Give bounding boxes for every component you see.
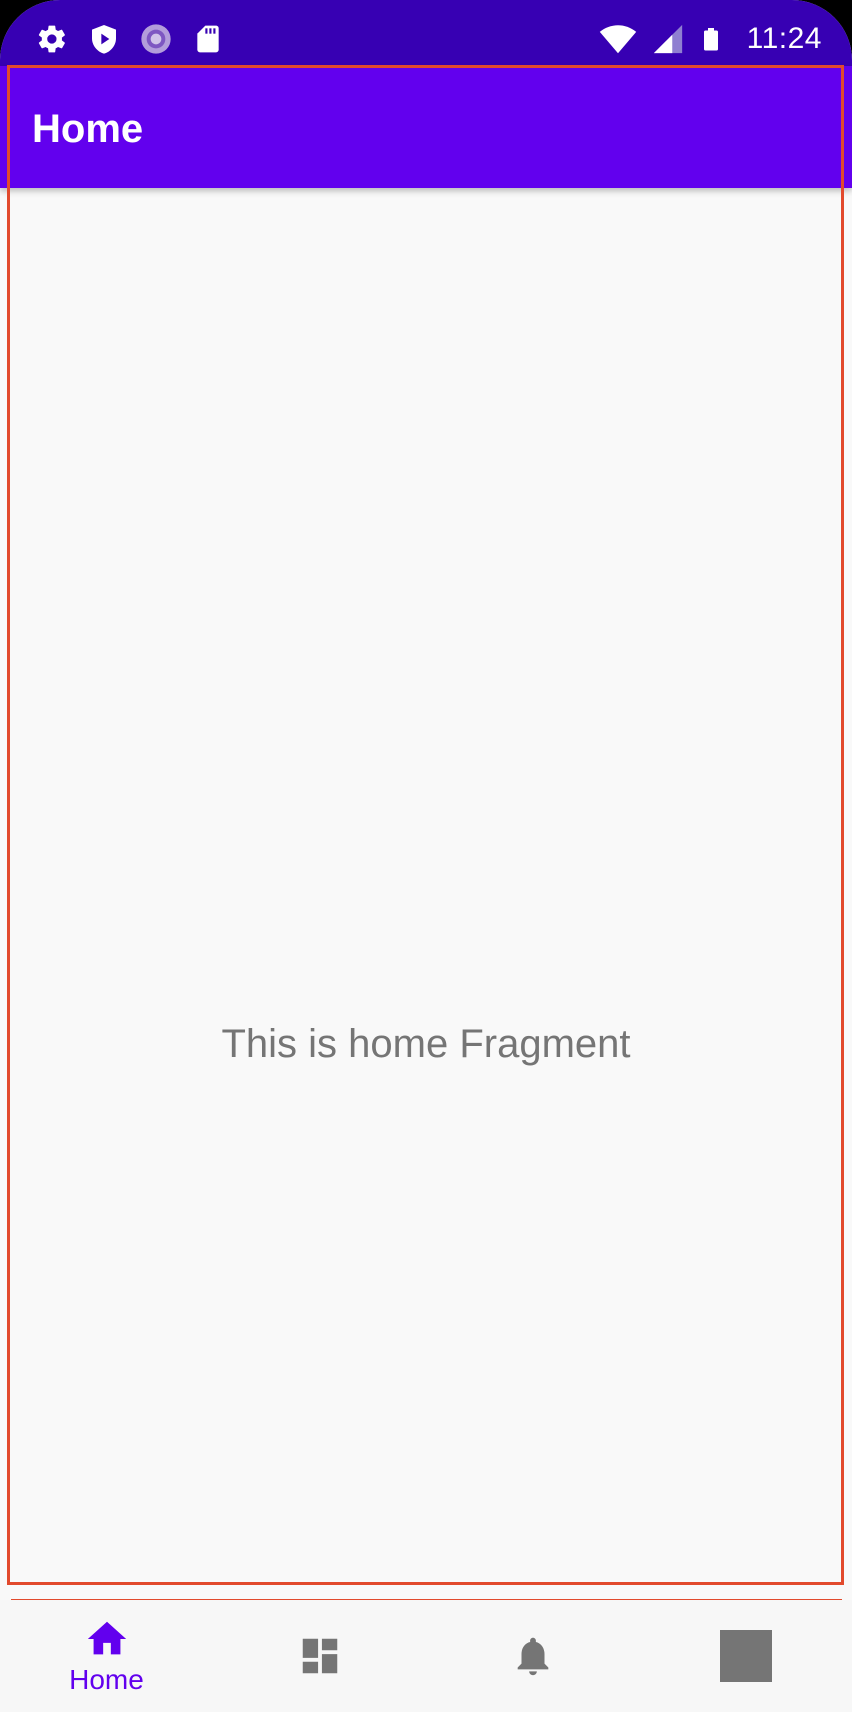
cell-signal-icon	[653, 24, 682, 54]
home-icon	[87, 1621, 126, 1655]
nav-item-home[interactable]: Home	[0, 1600, 213, 1712]
battery-icon	[703, 28, 718, 51]
bottom-navigation: Home	[0, 1600, 852, 1712]
nav-item-notifications[interactable]	[426, 1600, 639, 1712]
nav-item-label: Home	[69, 1664, 144, 1695]
sync-icon	[141, 24, 171, 54]
dashboard-icon	[302, 1638, 337, 1674]
wifi-icon	[599, 25, 636, 54]
fragment-message: This is home Fragment	[221, 1022, 631, 1066]
phone-screen: 11:24 Home This is home Fragment Home	[0, 0, 852, 1712]
status-bar: 11:24	[0, 0, 852, 66]
square-icon	[719, 1630, 772, 1682]
sd-card-icon	[197, 25, 219, 53]
page-title: Home	[32, 107, 144, 151]
fragment-container: This is home Fragment	[0, 188, 852, 1586]
app-bar: Home	[0, 66, 852, 188]
nav-item-dashboard[interactable]	[213, 1600, 426, 1712]
notifications-bell-icon	[517, 1637, 548, 1676]
play-protect-icon	[92, 25, 116, 54]
status-left-icons	[36, 22, 224, 56]
settings-icon	[38, 25, 65, 53]
nav-item-fourth[interactable]	[639, 1600, 852, 1712]
status-clock: 11:24	[746, 22, 822, 55]
status-right-icons: 11:24	[599, 20, 822, 58]
